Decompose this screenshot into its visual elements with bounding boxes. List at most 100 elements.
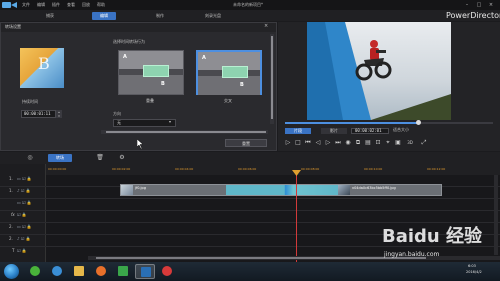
- start-button[interactable]: [4, 264, 19, 279]
- menu-file[interactable]: 文件: [22, 3, 30, 7]
- play-icon[interactable]: ▷: [284, 139, 292, 147]
- fx-track-label: fx: [11, 212, 15, 217]
- panel-header: [1, 23, 276, 32]
- track-divider: [0, 210, 500, 211]
- delete-icon[interactable]: 🗑: [96, 154, 104, 162]
- taskbar-app-firefox[interactable]: [91, 264, 111, 279]
- timeline-horizontal-scroll-thumb[interactable]: [96, 257, 426, 259]
- clip-thumbnail: [121, 185, 133, 195]
- mouse-cursor-icon: [137, 139, 144, 149]
- reset-button[interactable]: 重置: [225, 139, 267, 147]
- clip-name: jf0.jpg: [135, 186, 146, 190]
- next-icon[interactable]: ⏭: [334, 139, 342, 147]
- chevron-down-icon: ▾: [169, 119, 172, 124]
- direction-label: 方向: [113, 111, 121, 116]
- transition-room-button[interactable]: 转场: [48, 154, 72, 162]
- taskbar-app-explorer[interactable]: [69, 264, 89, 279]
- subtitles-icon[interactable]: ▤: [364, 139, 372, 147]
- timeline-view-icon[interactable]: ◎: [26, 154, 34, 162]
- title-track-controls[interactable]: ☑ 🔒: [17, 249, 27, 253]
- taskbar-app-player[interactable]: [113, 264, 133, 279]
- track-1-video-number: 1.: [9, 176, 13, 181]
- panel-title: 转场设置: [5, 24, 21, 29]
- display-icon[interactable]: ▣: [394, 139, 402, 147]
- track-1-audio-number: 1.: [9, 188, 13, 193]
- menu-edit[interactable]: 编辑: [37, 3, 45, 7]
- option-a-label: A: [123, 54, 127, 60]
- track-1-video-controls[interactable]: ▭ ☑ 🔒: [17, 177, 32, 181]
- option-b-label: B: [240, 82, 244, 88]
- duration-stepper[interactable]: ▴ ▾: [56, 110, 62, 118]
- ruler-tick-label: 00:00:02:00: [112, 167, 131, 171]
- track-2-video-controls[interactable]: ▭ ☑ 🔒: [17, 225, 32, 229]
- option-cross-caption: 交叉: [224, 98, 232, 103]
- preview-tab-clip[interactable]: 片段: [285, 128, 311, 134]
- tools-icon[interactable]: ⚙: [118, 154, 126, 162]
- track-divider: [0, 198, 500, 199]
- direction-select[interactable]: [113, 119, 176, 127]
- menu-plugins[interactable]: 插件: [52, 3, 60, 7]
- brand-logo-text: PowerDirector: [446, 11, 500, 20]
- playhead-line[interactable]: [296, 170, 297, 262]
- ruler-tick-label: 00:00:06:00: [238, 167, 257, 171]
- 3d-toggle[interactable]: 3D: [406, 139, 414, 147]
- taskbar-app-recorder[interactable]: [157, 264, 177, 279]
- fullscreen-icon[interactable]: ⤢: [420, 139, 428, 147]
- watermark-url: jingyan.baidu.com: [384, 251, 440, 258]
- clip-thumbnail: [338, 185, 350, 195]
- track-divider: [0, 222, 500, 223]
- timeline-toolbar: [0, 152, 500, 164]
- previous-icon[interactable]: ⏮: [304, 139, 312, 147]
- option-b-label: B: [161, 81, 165, 87]
- track-1-audio-controls[interactable]: ♪ ☑ 🔒: [17, 189, 31, 193]
- taskbar-app-360[interactable]: [25, 264, 45, 279]
- track-2-video-number: 2.: [9, 224, 13, 229]
- clock-date[interactable]: 2016/4/2: [466, 270, 482, 275]
- menu-playback[interactable]: 回放: [82, 3, 90, 7]
- tab-capture[interactable]: 捕获: [38, 12, 62, 20]
- tab-edit[interactable]: 编辑: [92, 12, 116, 20]
- transition-clip[interactable]: [226, 185, 338, 195]
- menu-help[interactable]: 帮助: [97, 3, 105, 7]
- clock-time[interactable]: 6:03: [468, 264, 476, 269]
- taskbar-app-powerdirector[interactable]: [135, 264, 155, 279]
- preview-motocross-rider: [355, 40, 392, 81]
- timeline-vertical-scrollbar[interactable]: [494, 175, 498, 255]
- record-icon[interactable]: ◉: [344, 139, 352, 147]
- menu-view[interactable]: 查看: [67, 3, 75, 7]
- panel-vertical-scroll-thumb[interactable]: [271, 36, 273, 119]
- app-logo-icon: [2, 2, 17, 8]
- step-back-icon[interactable]: ◁: [314, 139, 322, 147]
- watermark-logo: Baidu 经验: [382, 226, 483, 247]
- ruler-tick-label: 00:00:00:00: [48, 167, 67, 171]
- timecode-value: 00:00:02:01: [355, 128, 382, 133]
- track-2-audio-number: 2.: [9, 236, 13, 241]
- step-forward-icon[interactable]: ▷: [324, 139, 332, 147]
- stop-icon[interactable]: □: [294, 139, 302, 147]
- clip-name: v04da0c63bc5bb5ff0.jpg: [352, 186, 396, 190]
- tab-burn-disc[interactable]: 刻录光盘: [198, 12, 228, 20]
- track-2-audio-controls[interactable]: ♪ ☑ 🔒: [17, 237, 31, 241]
- duration-value: 00:00:01:11: [24, 111, 51, 116]
- ruler-tick-label: 00:00:08:00: [301, 167, 320, 171]
- preview-tab-movie[interactable]: 影片: [321, 128, 347, 134]
- fx-track-controls[interactable]: ☑ 🔒: [17, 213, 27, 217]
- snapshot-icon[interactable]: ⊡: [374, 139, 382, 147]
- fit-size-select[interactable]: 适合大小: [393, 128, 409, 132]
- maximize-icon[interactable]: □: [476, 2, 482, 8]
- ruler-tick-label: 00:00:04:00: [175, 167, 194, 171]
- option-cross[interactable]: A B: [196, 50, 262, 95]
- preview-progress-fill: [285, 122, 419, 124]
- close-icon[interactable]: ×: [488, 2, 494, 8]
- panel-horizontal-scroll-thumb[interactable]: [106, 131, 266, 133]
- tab-produce[interactable]: 制作: [148, 12, 172, 20]
- close-icon[interactable]: ×: [264, 24, 268, 29]
- taskbar-app-globe[interactable]: [47, 264, 67, 279]
- track-overlay-controls[interactable]: ▭ ☑ 🔒: [17, 201, 32, 205]
- option-overlap[interactable]: A B: [118, 50, 184, 95]
- option-a-label: A: [202, 55, 206, 61]
- thumbnail-letter: B: [38, 54, 50, 73]
- position-icon[interactable]: ⌖: [384, 139, 392, 147]
- copy-icon[interactable]: ⧉: [354, 139, 362, 147]
- minimize-icon[interactable]: –: [464, 2, 470, 8]
